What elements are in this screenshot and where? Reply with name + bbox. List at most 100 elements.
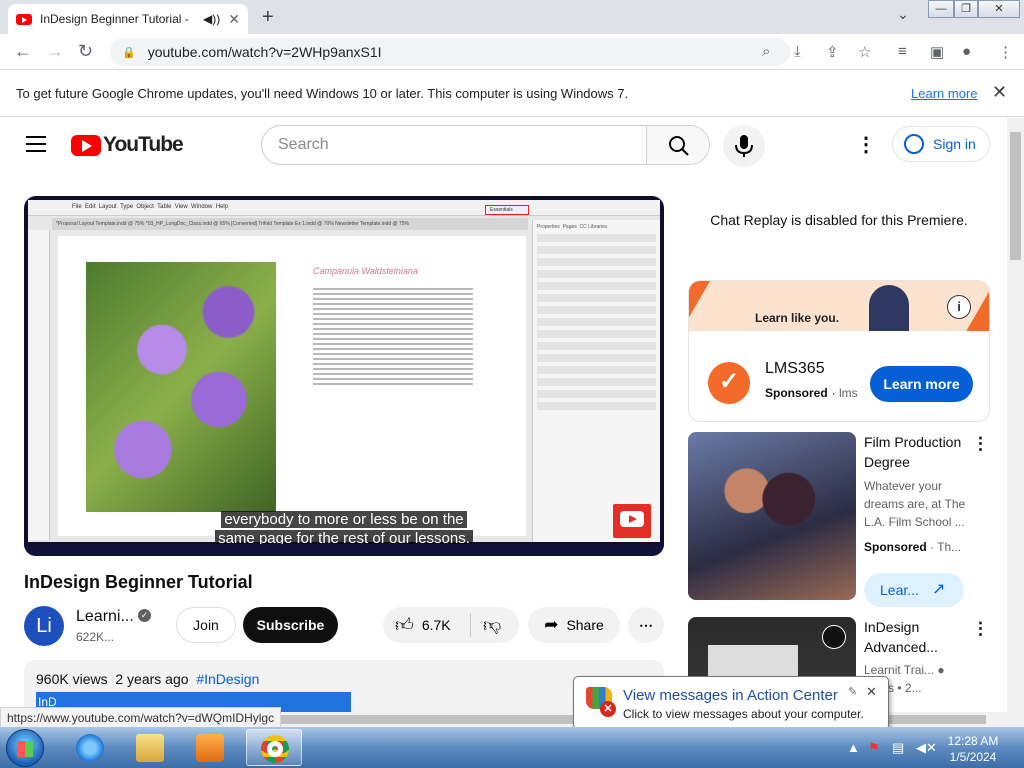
search-button[interactable] [646, 125, 710, 165]
taskbar-chrome[interactable] [246, 729, 302, 766]
start-button[interactable] [6, 729, 44, 767]
rec1-kebab-icon[interactable]: ⋮ [972, 434, 989, 454]
install-app-icon[interactable]: ⤓ [794, 43, 801, 60]
youtube-play-icon [71, 134, 101, 156]
volume-muted-icon[interactable]: ◀✕ [916, 740, 937, 756]
pin-icon: ✎ [848, 686, 858, 698]
thumbs-down-icon[interactable]: 👎︎ [483, 614, 501, 636]
minimize-button[interactable]: — [928, 0, 954, 18]
media-player-icon [196, 734, 224, 762]
network-icon[interactable]: ▤ [892, 740, 904, 756]
share-icon[interactable]: ⇪ [826, 43, 839, 61]
speaker-icon[interactable]: ◀)) [203, 12, 220, 26]
back-arrow-icon[interactable]: ← [14, 41, 32, 62]
caption-line-1: everybody to more or less be on the [221, 511, 467, 528]
like-button[interactable]: 👍︎ 6.7K 👎︎ [383, 607, 519, 643]
subscriber-count: 622K... [76, 630, 115, 644]
tab-search-chevron-icon[interactable]: ⌄ [897, 6, 909, 23]
video-player[interactable]: File Edit Layout Type Object Table View … [24, 196, 664, 556]
chrome-menu-icon[interactable]: ⋮ [998, 43, 1013, 61]
folder-icon [136, 734, 164, 762]
reload-icon[interactable]: ↻ [78, 41, 93, 62]
clock-time: 12:28 AM [947, 734, 999, 748]
upload-age: 2 years ago [115, 671, 189, 687]
youtube-wordmark: YouTube [103, 133, 184, 156]
balloon-close-icon[interactable]: ✕ [866, 684, 877, 700]
share-label: Share [566, 617, 604, 633]
account-circle-icon [904, 134, 924, 154]
indesign-menubar: File Edit Layout Type Object Table View … [28, 200, 660, 216]
zoom-search-icon[interactable]: ⌕ [762, 43, 770, 60]
taskbar-ie[interactable] [62, 729, 118, 766]
subscribe-button[interactable]: Subscribe [243, 607, 338, 643]
restore-button[interactable]: ❐ [954, 0, 978, 18]
ad-domain: lms [839, 386, 858, 400]
join-button[interactable]: Join [176, 607, 236, 643]
sign-in-button[interactable]: Sign in [892, 126, 990, 162]
internet-explorer-icon [76, 734, 104, 762]
channel-avatar[interactable]: Li [24, 606, 64, 646]
search-input[interactable]: Search [261, 125, 647, 165]
more-actions-icon[interactable]: ⋯ [628, 607, 664, 643]
youtube-logo[interactable]: YouTube [71, 133, 184, 157]
action-center-tray-icon[interactable]: ⚑ [868, 740, 880, 756]
thumbs-up-icon: 👍︎ [395, 615, 414, 635]
close-tab-icon[interactable]: ✕ [228, 11, 240, 28]
forward-arrow-icon[interactable]: → [46, 41, 64, 62]
document-heading: Campanula Waldsteiniana [313, 266, 418, 276]
close-window-button[interactable]: ✕ [978, 0, 1020, 18]
update-infobar: To get future Google Chrome updates, you… [0, 71, 1024, 117]
lock-icon[interactable]: 🔒 [122, 46, 136, 59]
clock-date: 1/5/2024 [949, 750, 997, 764]
taskbar-clock[interactable]: 12:28 AM 1/5/2024 [938, 733, 1008, 765]
rec1-thumbnail[interactable] [688, 432, 856, 600]
rec1-title[interactable]: Film Production Degree [864, 432, 976, 472]
taskbar-media-player[interactable] [182, 729, 238, 766]
action-center-balloon[interactable]: ✕ View messages in Action Center Click t… [573, 676, 889, 730]
video-captions: everybody to more or less be on the same… [24, 510, 664, 548]
ad-brand-logo-icon [708, 362, 750, 404]
bookmark-star-icon[interactable]: ☆ [858, 43, 871, 61]
sign-in-label: Sign in [933, 136, 976, 152]
windows-logo-icon [17, 741, 33, 757]
subscribe-watermark-icon[interactable] [613, 504, 651, 538]
chat-replay-notice: Chat Replay is disabled for this Premier… [710, 212, 968, 228]
verified-check-icon: ● [937, 663, 945, 677]
address-bar[interactable]: 🔒 youtube.com/watch?v=2WHp9anxS1I [110, 38, 790, 66]
workspace-switcher: Essentials [485, 205, 529, 215]
hashtag-link[interactable]: #InDesign [196, 671, 259, 687]
video-progress-bar[interactable] [24, 544, 664, 556]
rec2-kebab-icon[interactable]: ⋮ [972, 619, 989, 639]
balloon-title[interactable]: View messages in Action Center [623, 687, 838, 704]
voice-search-button[interactable] [723, 125, 765, 167]
tab-strip: InDesign Beginner Tutorial - ◀)) ✕ + ⌄ —… [0, 0, 1024, 34]
vertical-scrollbar[interactable] [1007, 118, 1024, 712]
ad-title[interactable]: LMS365 [765, 360, 825, 378]
share-button[interactable]: ➦ Share [528, 607, 620, 643]
new-tab-button[interactable]: + [262, 6, 274, 29]
browser-tab[interactable]: InDesign Beginner Tutorial - ◀)) ✕ [8, 4, 248, 34]
rec1-learn-more-button[interactable]: Lear... ↗ [864, 573, 964, 607]
hamburger-menu-icon[interactable] [26, 136, 46, 157]
channel-name[interactable]: Learni... [76, 608, 134, 626]
media-control-icon[interactable]: ≡ [898, 43, 907, 60]
share-arrow-icon: ➦ [544, 615, 559, 634]
show-hidden-icons-icon[interactable]: ▲ [847, 740, 860, 755]
youtube-favicon-icon [16, 13, 32, 25]
ad-info-icon[interactable]: i [947, 295, 971, 319]
watch-later-clock-icon[interactable] [822, 625, 846, 649]
view-count: 960K views [36, 671, 108, 687]
ad-person-image [869, 285, 909, 331]
profile-avatar-icon[interactable]: ● [962, 43, 971, 60]
infobar-close-icon[interactable]: ✕ [992, 82, 1007, 103]
indesign-toolbox [28, 230, 50, 540]
learn-more-link[interactable]: Learn more [911, 86, 977, 101]
settings-kebab-icon[interactable]: ⋮ [856, 132, 876, 157]
rec2-title[interactable]: InDesign Advanced... [864, 617, 976, 657]
ad-learn-more-button[interactable]: Learn more [870, 366, 973, 402]
balloon-text: Click to view messages about your comput… [623, 707, 864, 721]
side-panel-icon[interactable]: ▣ [930, 43, 944, 61]
indesign-properties-panel: Properties Pages CC Libraries [532, 220, 660, 542]
taskbar-explorer[interactable] [122, 729, 178, 766]
url-text: youtube.com/watch?v=2WHp9anxS1I [147, 44, 382, 60]
